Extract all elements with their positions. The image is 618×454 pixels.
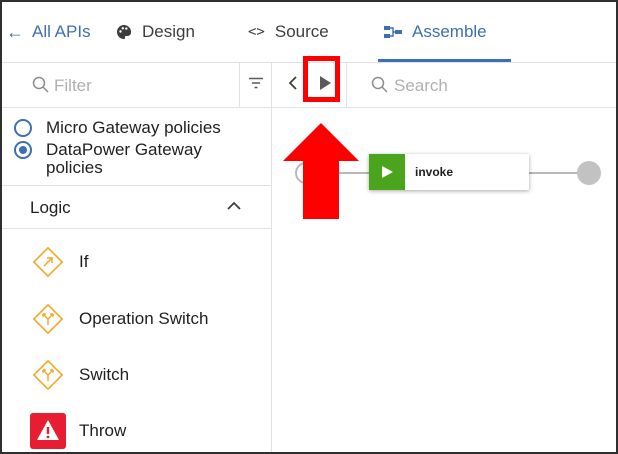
tab-design[interactable]: Design: [116, 2, 195, 62]
chevron-up-icon[interactable]: [226, 198, 242, 219]
chevron-left-icon: [288, 75, 298, 96]
policy-palette: Micro Gateway policies DataPower Gateway…: [2, 63, 272, 452]
toolbar-divider: [346, 63, 347, 107]
datapower-gateway-radio[interactable]: [14, 141, 32, 159]
datapower-gateway-option[interactable]: DataPower Gateway policies: [14, 141, 216, 177]
code-icon: <>: [248, 24, 265, 40]
filter-icon: [248, 76, 264, 94]
api-editor-window: ← All APIs Design <> Source Assemble Fil…: [0, 0, 618, 454]
all-apis-label: All APIs: [32, 22, 91, 41]
tab-source-label: Source: [274, 22, 329, 41]
policy-throw[interactable]: Throw: [30, 413, 126, 449]
canvas-search-input[interactable]: [368, 75, 616, 97]
policy-label: Switch: [79, 365, 130, 384]
assembly-canvas[interactable]: invoke: [272, 63, 616, 452]
throw-warning-icon: [30, 413, 66, 449]
invoke-play-icon: [369, 154, 405, 190]
red-arrow-annotation: [283, 123, 359, 219]
micro-gateway-option[interactable]: Micro Gateway policies: [14, 119, 221, 137]
policy-label: Throw: [79, 421, 127, 440]
filter-input[interactable]: [28, 75, 256, 97]
top-navigation: ← All APIs Design <> Source Assemble: [2, 2, 616, 63]
policy-label: Operation Switch: [79, 309, 209, 328]
datapower-gateway-label: DataPower Gateway policies: [46, 140, 202, 177]
back-arrow-icon: ←: [6, 21, 24, 42]
gateway-type-radio-group: Micro Gateway policies DataPower Gateway…: [2, 108, 271, 186]
micro-gateway-label: Micro Gateway policies: [46, 118, 221, 137]
tab-source[interactable]: <> Source: [248, 2, 329, 62]
switch-diamond-icon: [30, 357, 66, 393]
tab-design-label: Design: [142, 22, 195, 41]
all-apis-link[interactable]: ← All APIs: [6, 2, 91, 62]
policy-switch[interactable]: Switch: [30, 357, 129, 393]
policy-label: If: [79, 252, 89, 271]
invoke-policy-node[interactable]: invoke: [369, 154, 529, 190]
flow-end-node: [577, 161, 601, 185]
section-title: Logic: [30, 198, 71, 217]
tab-assemble-label: Assemble: [412, 22, 487, 41]
assemble-flow-icon: [384, 25, 402, 39]
filter-bar: [2, 63, 271, 108]
filter-options-button[interactable]: [239, 63, 272, 107]
invoke-label: invoke: [415, 165, 454, 179]
tab-assemble[interactable]: Assemble: [378, 2, 511, 62]
highlight-box-annotation: [303, 56, 340, 102]
micro-gateway-radio[interactable]: [14, 119, 32, 137]
if-diamond-icon: [30, 244, 66, 280]
policy-operation-switch[interactable]: Operation Switch: [30, 301, 208, 337]
policy-if[interactable]: If: [30, 244, 88, 280]
logic-section-header[interactable]: Logic: [2, 186, 271, 229]
operation-switch-diamond-icon: [30, 301, 66, 337]
palette-icon: [116, 24, 132, 40]
